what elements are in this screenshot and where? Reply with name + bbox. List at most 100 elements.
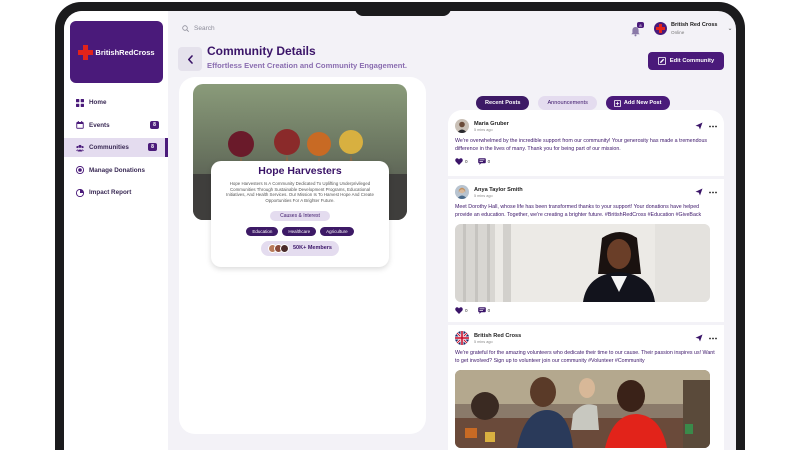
- user-status: Online: [671, 30, 685, 35]
- post-time: 5 mins ago: [474, 127, 493, 132]
- comment-count: 0: [487, 159, 491, 164]
- send-icon[interactable]: [695, 334, 703, 342]
- search-icon: [182, 25, 189, 32]
- sidebar: BritishRedCross Home Events 8 Communitie…: [64, 11, 168, 450]
- notifications-button[interactable]: 8: [630, 22, 644, 37]
- post-author[interactable]: British Red Cross: [474, 333, 521, 339]
- like-count: 0: [465, 159, 468, 164]
- more-options-icon[interactable]: [709, 337, 717, 340]
- page-subtitle: Effortless Event Creation and Community …: [207, 61, 407, 70]
- post-text: We're overwhelmed by the incredible supp…: [455, 138, 708, 152]
- user-menu[interactable]: British Red Cross Online ⌄: [654, 22, 733, 35]
- post-header: British Red Cross 5 mins ago: [455, 330, 717, 346]
- comment-icon: [477, 307, 486, 314]
- post-stats: 0 0: [455, 307, 717, 314]
- post-time: 5 mins ago: [474, 193, 493, 198]
- people-icon: [76, 144, 84, 152]
- post-card: British Red Cross 5 mins ago We're grate…: [455, 330, 717, 448]
- post-card: Maria Gruber 5 mins ago We're overwhelme…: [455, 118, 717, 165]
- post-text: Meet Dorothy Hall, whose life has been t…: [455, 204, 702, 218]
- page-title: Community Details: [207, 44, 316, 58]
- report-icon: [76, 188, 84, 197]
- tag-healthcare[interactable]: Healthcare: [282, 226, 317, 236]
- post-image[interactable]: [455, 224, 710, 302]
- post-actions: [695, 188, 717, 196]
- member-avatars: [268, 243, 289, 253]
- chevron-left-icon: [187, 54, 193, 64]
- post-image[interactable]: [455, 370, 710, 448]
- add-new-post-button[interactable]: Add New Post: [605, 96, 670, 110]
- comment-count: 0: [487, 308, 491, 313]
- sidebar-item-events[interactable]: Events 8: [64, 116, 168, 135]
- post-divider: [448, 322, 724, 325]
- sidebar-item-label: Manage Donations: [89, 166, 145, 174]
- comment-icon: [477, 158, 486, 165]
- union-flag-icon: [455, 331, 469, 345]
- causes-label: Causes & Interest: [270, 210, 330, 221]
- comment-button[interactable]: 0: [477, 307, 491, 314]
- more-options-icon[interactable]: [709, 191, 717, 194]
- brand-logo[interactable]: BritishRedCross: [70, 21, 163, 83]
- avatar[interactable]: [455, 331, 469, 345]
- chevron-down-icon: ⌄: [727, 26, 733, 32]
- send-icon[interactable]: [695, 122, 703, 130]
- community-description: Hope Harvesters Is A Community Dedicated…: [226, 181, 374, 204]
- like-button[interactable]: 0: [455, 158, 468, 165]
- like-button[interactable]: 0: [455, 307, 468, 314]
- community-name: Hope Harvesters: [258, 165, 342, 177]
- search-placeholder: Search: [194, 25, 215, 32]
- sidebar-item-label: Communities: [89, 144, 129, 151]
- edit-icon: [657, 57, 666, 65]
- heart-icon: [455, 307, 463, 314]
- tag-agriculture[interactable]: Agriculture: [320, 226, 354, 236]
- heart-icon: [455, 158, 463, 165]
- donation-icon: [76, 166, 84, 174]
- like-count: 0: [465, 308, 468, 313]
- avatar: [280, 243, 289, 253]
- add-new-post-label: Add New Post: [623, 100, 662, 106]
- events-count-badge: 8: [150, 120, 159, 129]
- communities-count-badge: 8: [148, 143, 157, 151]
- post-divider: [448, 176, 724, 179]
- user-info: British Red Cross Online: [671, 22, 717, 35]
- post-author[interactable]: Anya Taylor Smith: [474, 187, 523, 193]
- sidebar-nav: Home Events 8 Communities 8 Manage Donat…: [64, 93, 168, 206]
- camera-notch: [355, 2, 451, 16]
- tab-recent-posts[interactable]: Recent Posts: [476, 96, 530, 110]
- post-card: Anya Taylor Smith 5 mins ago Meet Doroth…: [455, 184, 717, 314]
- tag-education[interactable]: Education: [246, 226, 279, 236]
- send-icon[interactable]: [695, 188, 703, 196]
- comment-button[interactable]: 0: [477, 158, 491, 165]
- red-cross-icon: [78, 44, 94, 60]
- screen: BritishRedCross Home Events 8 Communitie…: [64, 11, 736, 450]
- avatar[interactable]: [455, 119, 469, 133]
- more-options-icon[interactable]: [709, 125, 717, 128]
- add-post-icon: [613, 99, 621, 107]
- tab-announcements[interactable]: Announcements: [538, 96, 597, 110]
- cause-tags: Education Healthcare Agriculture: [211, 226, 389, 236]
- edit-community-button[interactable]: Edit Community: [648, 52, 724, 70]
- post-author[interactable]: Maria Gruber: [474, 121, 509, 127]
- sidebar-item-communities[interactable]: Communities 8: [64, 138, 168, 157]
- post-actions: [695, 334, 717, 342]
- post-header: Maria Gruber 5 mins ago: [455, 118, 717, 134]
- sidebar-item-label: Events: [89, 121, 110, 129]
- avatar[interactable]: [455, 185, 469, 199]
- post-header: Anya Taylor Smith 5 mins ago: [455, 184, 717, 200]
- members-badge[interactable]: 50K+ Members: [261, 240, 339, 256]
- brand-name: BritishRedCross: [95, 47, 155, 57]
- laptop-frame: BritishRedCross Home Events 8 Communitie…: [55, 2, 745, 450]
- post-time: 5 mins ago: [474, 339, 493, 344]
- sidebar-item-impact-report[interactable]: Impact Report: [64, 183, 168, 202]
- post-actions: [695, 122, 717, 130]
- calendar-icon: [76, 121, 84, 129]
- search-bar[interactable]: Search: [182, 25, 215, 32]
- sidebar-item-label: Home: [89, 99, 107, 106]
- sidebar-item-manage-donations[interactable]: Manage Donations: [64, 161, 168, 180]
- posts-feed[interactable]: Maria Gruber 5 mins ago We're overwhelme…: [448, 110, 724, 450]
- members-count: 50K+ Members: [293, 245, 332, 252]
- sidebar-item-home[interactable]: Home: [64, 93, 168, 112]
- home-grid-icon: [76, 98, 84, 107]
- back-button[interactable]: [178, 47, 202, 71]
- notification-count-badge: 8: [637, 22, 644, 28]
